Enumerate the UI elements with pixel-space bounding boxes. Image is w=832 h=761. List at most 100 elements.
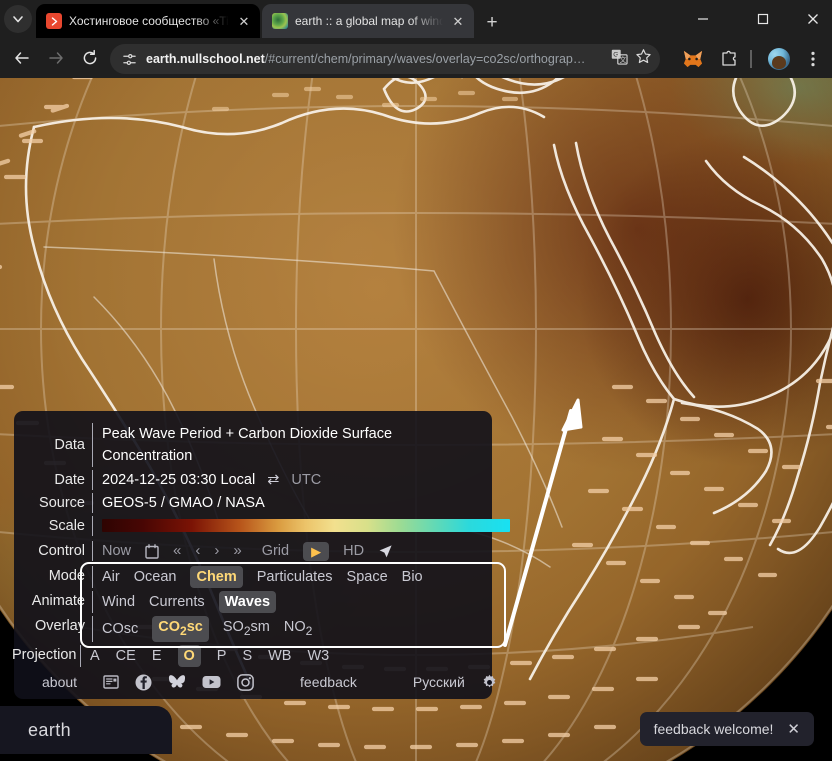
browser-chrome: Хостинговое сообщество «Tim ✕ earth :: a…	[0, 0, 832, 78]
source-row-value: GEOS-5 / GMAO / NASA	[102, 495, 265, 511]
projection-option-s[interactable]: S	[242, 646, 252, 666]
control-back-button[interactable]: ‹	[195, 541, 200, 561]
control-hd-button[interactable]: HD	[343, 541, 364, 561]
tab-search-button[interactable]	[4, 5, 32, 33]
tune-icon	[122, 53, 136, 65]
window-close-button[interactable]	[790, 0, 832, 38]
play-icon[interactable]: ▶	[303, 541, 330, 561]
mode-option-particulates[interactable]: Particulates	[257, 567, 333, 587]
mode-row-label: Mode	[48, 568, 85, 584]
projection-option-a[interactable]: A	[90, 646, 100, 666]
locate-icon[interactable]	[378, 544, 393, 559]
panel-row-scale: Scale	[24, 516, 510, 536]
svg-text:文: 文	[620, 55, 627, 64]
swap-arrows-icon[interactable]: ⇄	[267, 472, 279, 488]
panel-row-overlay: Overlay COsc CO2sc SO2sm NO2	[24, 616, 478, 642]
overlay-option-co2sc[interactable]: CO2sc	[152, 616, 209, 642]
control-back-fast-button[interactable]: «	[173, 541, 181, 561]
about-link[interactable]: about	[42, 674, 77, 690]
mode-option-bio[interactable]: Bio	[402, 567, 423, 587]
animate-row-label: Animate	[31, 593, 85, 609]
browser-tab-1[interactable]: Хостинговое сообщество «Tim ✕	[36, 4, 260, 38]
date-local-value: 2024-12-25 03:30 Local	[102, 472, 256, 488]
data-row-label: Data	[54, 437, 85, 453]
color-scale-bar[interactable]	[102, 519, 510, 532]
browser-tab-2[interactable]: earth :: a global map of wind, w ✕	[262, 4, 474, 38]
overlay-option-no2[interactable]: NO2	[284, 617, 312, 641]
tab-title-2: earth :: a global map of wind, w	[295, 14, 443, 28]
extensions-button[interactable]	[716, 46, 742, 72]
row-separator	[80, 644, 81, 667]
window-maximize-button[interactable]	[740, 0, 786, 38]
red-arrow-favicon	[46, 13, 62, 29]
translate-button[interactable]: G 文	[611, 49, 628, 70]
metamask-fox-icon	[683, 50, 703, 68]
overlay-row-label: Overlay	[35, 618, 85, 634]
projection-option-p[interactable]: P	[217, 646, 227, 666]
metamask-extension-button[interactable]	[680, 46, 706, 72]
tab-close-2[interactable]: ✕	[450, 13, 466, 29]
mode-option-chem[interactable]: Chem	[190, 566, 243, 588]
instagram-icon[interactable]	[237, 674, 254, 691]
projection-option-ce[interactable]: CE	[116, 646, 136, 666]
row-separator	[92, 591, 93, 613]
overlay-option-cosc[interactable]: COsc	[102, 619, 138, 639]
language-link[interactable]: Русский	[413, 674, 465, 690]
gear-icon[interactable]	[481, 674, 498, 691]
control-forward-button[interactable]: ›	[214, 541, 219, 561]
earth-logo[interactable]: earth	[0, 706, 172, 754]
earth-swirl-favicon	[272, 13, 288, 29]
projection-row-label: Projection	[12, 646, 77, 663]
projection-option-e[interactable]: E	[152, 646, 162, 666]
back-arrow-icon	[15, 52, 29, 64]
animate-option-wind[interactable]: Wind	[102, 592, 135, 612]
forward-button[interactable]	[42, 44, 70, 72]
facebook-icon[interactable]	[135, 674, 152, 691]
mode-option-air[interactable]: Air	[102, 567, 120, 587]
bluesky-butterfly-icon[interactable]	[168, 674, 186, 690]
browser-menu-button[interactable]	[800, 46, 826, 72]
overlay-option-so2sm[interactable]: SO2sm	[223, 617, 270, 641]
calendar-icon[interactable]	[145, 543, 159, 559]
projection-option-wb[interactable]: WB	[268, 646, 291, 666]
control-now-button[interactable]: Now	[102, 541, 131, 561]
window-minimize-button[interactable]	[680, 0, 726, 38]
row-separator	[92, 616, 93, 642]
control-row-label: Control	[38, 543, 85, 559]
feedback-toast[interactable]: feedback welcome! ✕	[639, 712, 814, 746]
reload-button[interactable]	[76, 44, 104, 72]
profile-avatar[interactable]	[766, 46, 792, 72]
earth-control-panel[interactable]: Data Peak Wave Period + Carbon Dioxide S…	[12, 411, 510, 699]
mode-option-ocean[interactable]: Ocean	[134, 567, 177, 587]
tab-title-1: Хостинговое сообщество «Tim	[69, 14, 229, 28]
animate-option-currents[interactable]: Currents	[149, 592, 205, 612]
control-grid-button[interactable]: Grid	[262, 541, 289, 561]
minimize-icon	[698, 18, 708, 20]
close-icon	[808, 14, 818, 24]
chevron-down-icon	[13, 16, 23, 23]
tab-strip: Хостинговое сообщество «Tim ✕ earth :: a…	[0, 0, 832, 38]
projection-option-o[interactable]: O	[177, 644, 201, 667]
mode-option-space[interactable]: Space	[347, 567, 388, 587]
youtube-icon[interactable]	[202, 675, 221, 689]
feedback-link[interactable]: feedback	[300, 674, 357, 690]
control-forward-fast-button[interactable]: »	[233, 541, 241, 561]
new-tab-button[interactable]: +	[478, 8, 506, 36]
reload-icon	[83, 49, 97, 65]
animate-option-waves[interactable]: Waves	[218, 591, 277, 613]
news-book-icon[interactable]	[103, 674, 119, 690]
date-utc-toggle[interactable]: UTC	[291, 472, 321, 488]
feedback-toast-close[interactable]: ✕	[787, 720, 800, 738]
address-bar[interactable]: earth.nullschool.net/#current/chem/prima…	[110, 44, 660, 74]
site-settings-button[interactable]	[120, 50, 138, 68]
source-row-label: Source	[39, 495, 85, 511]
feedback-toast-text: feedback welcome!	[653, 721, 774, 737]
earth-logo-label: earth	[28, 719, 72, 740]
tab-close-1[interactable]: ✕	[236, 13, 252, 29]
url-text: earth.nullschool.net/#current/chem/prima…	[146, 52, 603, 66]
panel-row-projection: Projection A CE E O P S WB W3	[12, 644, 478, 667]
projection-option-w3[interactable]: W3	[307, 646, 329, 666]
bookmark-button[interactable]	[635, 48, 652, 70]
back-button[interactable]	[8, 44, 36, 72]
row-separator	[92, 516, 93, 536]
